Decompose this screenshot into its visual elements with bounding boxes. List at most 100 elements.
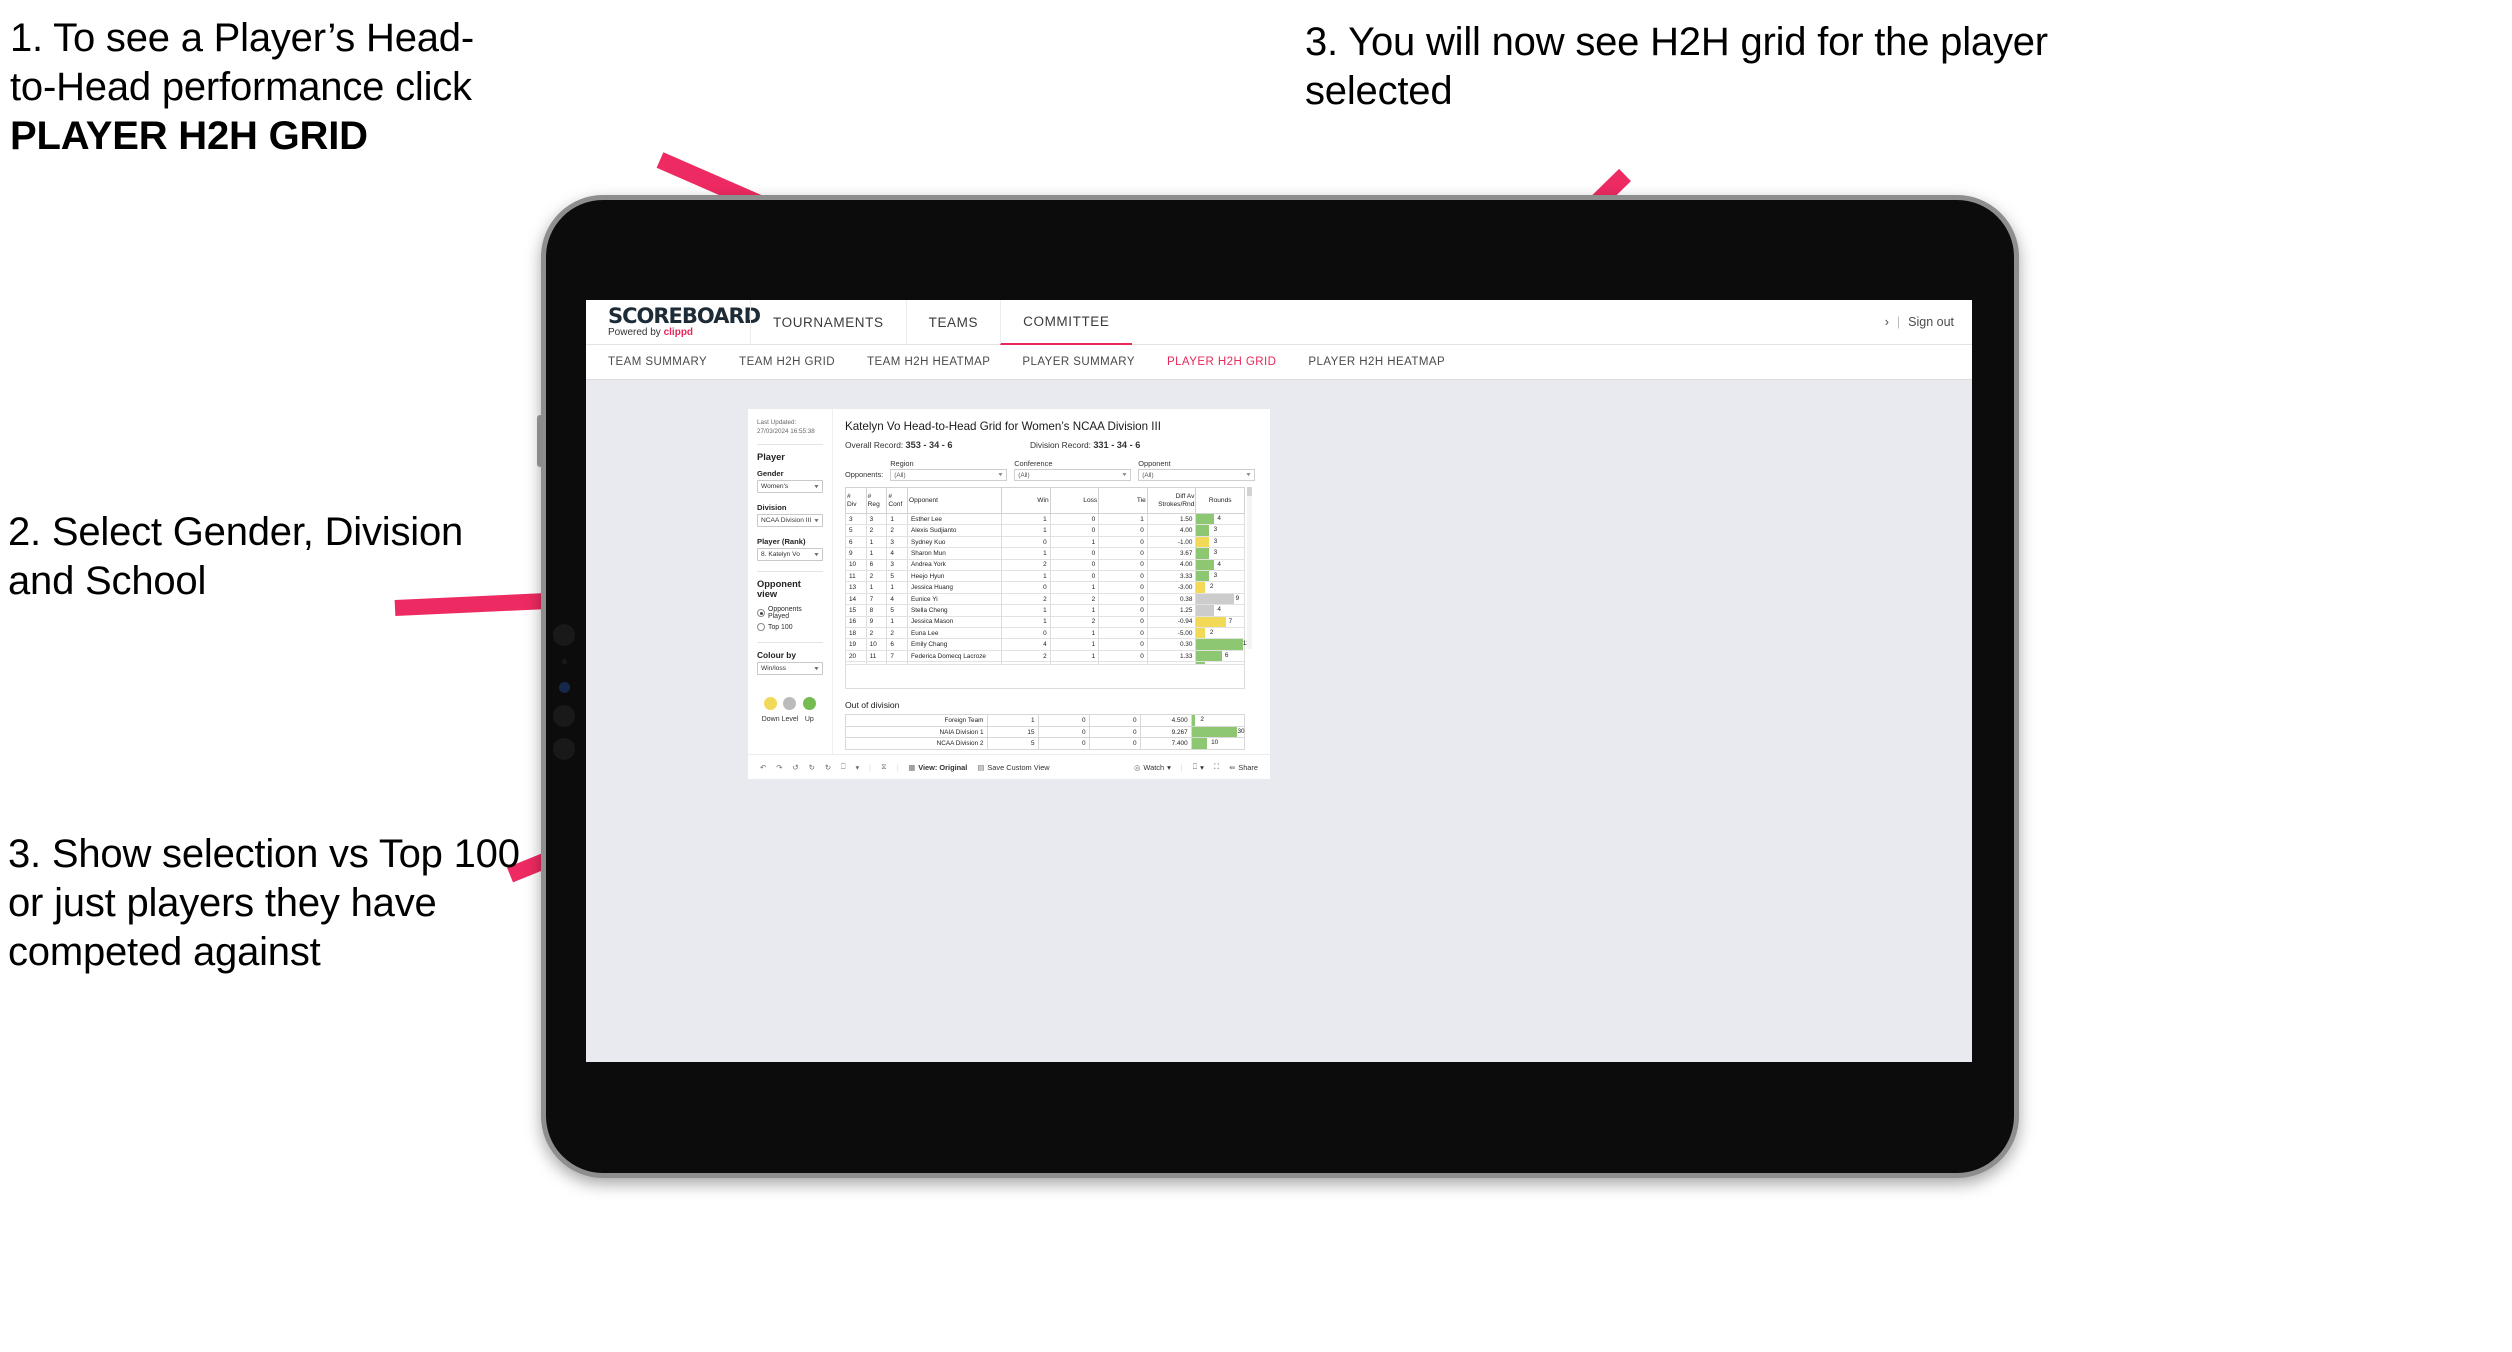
share-button[interactable]: ⇚ Share bbox=[1229, 763, 1258, 772]
table-row[interactable]: 5 2 2 Alexis Sudjianto 1 0 0 4.00 3 bbox=[845, 524, 1245, 537]
table-row[interactable]: 6 1 3 Sydney Kuo 0 1 0 -1.00 3 bbox=[845, 536, 1245, 549]
cell-win: 1 bbox=[1001, 604, 1051, 617]
callout-1-line2: to-Head performance click bbox=[10, 64, 472, 109]
refresh-icon[interactable]: ↻ bbox=[809, 763, 815, 772]
save-custom-view-label: Save Custom View bbox=[987, 762, 1050, 772]
cell-loss: 1 bbox=[1049, 604, 1100, 617]
out-of-division-row[interactable]: Foreign Team 1 0 0 4.500 2 bbox=[845, 714, 1246, 727]
table-row[interactable]: 16 9 1 Jessica Mason 1 2 0 -0.94 7 bbox=[845, 616, 1245, 629]
save-custom-view-button[interactable]: ▤ Save Custom View bbox=[977, 763, 1049, 772]
brand-clippd-name: clippd bbox=[663, 327, 694, 338]
cell-ood-loss: 0 bbox=[1037, 737, 1090, 750]
cell-tie: 0 bbox=[1098, 570, 1148, 583]
revert-icon[interactable]: ↺ bbox=[792, 763, 798, 772]
download-caret-icon: ▾ bbox=[1200, 762, 1204, 772]
chevron-right-icon[interactable]: › bbox=[1885, 315, 1889, 329]
cell-win: 1 bbox=[1001, 570, 1051, 583]
toolbar-caret-icon[interactable]: ▾ bbox=[855, 763, 859, 772]
nav-item-tournaments[interactable]: TOURNAMENTS bbox=[750, 300, 906, 344]
tab-team-summary[interactable]: TEAM SUMMARY bbox=[608, 356, 707, 368]
cell-div: 14 bbox=[845, 593, 867, 606]
player-rank-select[interactable]: 8. Katelyn Vo ▼ bbox=[757, 548, 823, 561]
opponent-filter-select[interactable]: (All) ▼ bbox=[1138, 469, 1256, 481]
fullscreen-icon[interactable]: ⛶ bbox=[1214, 762, 1219, 772]
legend-item-down: Down bbox=[761, 697, 780, 723]
table-row[interactable]: 15 8 5 Stella Cheng 1 1 0 1.25 4 bbox=[845, 604, 1245, 617]
pause-icon[interactable]: ⧖ bbox=[881, 762, 886, 772]
table-row[interactable]: 19106Emily Chang4100.3011 bbox=[845, 638, 1249, 651]
download-button[interactable]: ⎕ ▾ bbox=[1193, 762, 1204, 772]
cell-diff: 1.33 bbox=[1146, 650, 1197, 663]
table-row[interactable]: 9 1 4 Sharon Mun 1 0 0 3.67 3 bbox=[845, 547, 1245, 560]
table-row[interactable]: 13 1 1 Jessica Huang 0 1 0 -3.00 2 bbox=[845, 581, 1245, 594]
callout-1-line1: 1. To see a Player’s Head- bbox=[10, 16, 474, 60]
out-of-division-row[interactable]: NCAA Division 2 5 0 0 7.400 10 bbox=[845, 737, 1246, 750]
top-navigation-bar: SCOREBOARD Powered by clippd TOURNAMENTS… bbox=[586, 300, 1972, 345]
watch-icon: ◎ bbox=[1133, 762, 1141, 772]
nav-item-committee[interactable]: COMMITTEE bbox=[1000, 300, 1132, 345]
tab-team-h2h-grid[interactable]: TEAM H2H GRID bbox=[739, 356, 835, 368]
watch-button[interactable]: ◎ Watch ▾ bbox=[1134, 763, 1171, 772]
table-row[interactable]: 14 7 4 Eunice Yi 2 2 0 0.38 9 bbox=[845, 593, 1245, 606]
out-of-division-row[interactable]: NAIA Division 1 15 0 0 9.267 30 bbox=[845, 725, 1246, 739]
table-scrollbar[interactable] bbox=[1247, 487, 1252, 649]
cell-rounds: 3 bbox=[1195, 536, 1245, 549]
chevron-down-icon: ▼ bbox=[1121, 472, 1129, 478]
cell-ood-name: Foreign Team bbox=[845, 714, 988, 727]
cell-diff: 4.00 bbox=[1146, 524, 1197, 537]
col-conf-l1: # bbox=[888, 492, 893, 500]
conference-filter-select[interactable]: (All) ▼ bbox=[1014, 469, 1132, 481]
callout-step-3: 3. Show selection vs Top 100 or just pla… bbox=[8, 832, 520, 974]
view-original-button[interactable]: ▦ View: Original bbox=[908, 763, 967, 772]
cell-div: 13 bbox=[845, 581, 867, 594]
viz-bottom-toolbar: ↶ ↷ ↺ ↻ ↻ ⎕ ▾ | ⧖ | ▦ View: Original ▤ S… bbox=[748, 754, 1270, 779]
cell-ood-tie: 0 bbox=[1088, 725, 1141, 739]
sign-out-link[interactable]: Sign out bbox=[1908, 315, 1954, 329]
cell-tie: 0 bbox=[1098, 604, 1148, 617]
cell-ood-win: 5 bbox=[986, 737, 1039, 750]
cell-conf: 4 bbox=[886, 593, 909, 606]
gender-select[interactable]: Women's ▼ bbox=[757, 480, 823, 493]
radio-top-100[interactable]: Top 100 bbox=[757, 623, 823, 631]
tab-player-h2h-grid[interactable]: PLAYER H2H GRID bbox=[1167, 356, 1276, 368]
toolbar-separator: | bbox=[896, 762, 899, 772]
topright-separator: | bbox=[1896, 315, 1901, 329]
share-icon: ⇚ bbox=[1229, 762, 1236, 772]
undo-icon[interactable]: ↶ bbox=[760, 763, 766, 772]
cell-conf: 1 bbox=[886, 513, 909, 526]
division-select[interactable]: NCAA Division III ▼ bbox=[757, 514, 823, 527]
brand-logo[interactable]: SCOREBOARD Powered by clippd bbox=[586, 300, 761, 344]
cell-diff: 1.50 bbox=[1146, 513, 1197, 526]
cell-conf: 1 bbox=[886, 616, 909, 629]
cell-reg: 1 bbox=[865, 581, 888, 594]
cell-opponent: Alexis Sudjianto bbox=[907, 524, 1003, 537]
cell-rounds: 4 bbox=[1195, 513, 1245, 526]
colour-by-value: Win/loss bbox=[761, 665, 786, 672]
cell-ood-diff: 9.267 bbox=[1139, 725, 1192, 739]
colour-by-select[interactable]: Win/loss ▼ bbox=[757, 662, 823, 675]
cell-loss: 1 bbox=[1049, 627, 1100, 640]
tab-player-summary[interactable]: PLAYER SUMMARY bbox=[1022, 356, 1135, 368]
nav-item-teams[interactable]: TEAMS bbox=[905, 300, 1001, 344]
table-row[interactable]: 18 2 2 Euna Lee 0 1 0 -5.00 2 bbox=[845, 627, 1245, 640]
cell-tie: 0 bbox=[1098, 559, 1148, 572]
player-group-title: Player bbox=[757, 452, 785, 462]
cell-tie: 0 bbox=[1098, 650, 1148, 663]
table-row[interactable]: 10 6 3 Andrea York 2 0 0 4.00 4 bbox=[845, 559, 1245, 572]
tab-player-h2h-heatmap[interactable]: PLAYER H2H HEATMAP bbox=[1308, 356, 1445, 368]
tab-team-h2h-heatmap[interactable]: TEAM H2H HEATMAP bbox=[867, 356, 990, 368]
redo-icon[interactable]: ↷ bbox=[776, 763, 782, 772]
table-row[interactable]: 20 11 7 Federica Domecq Lacroze 2 1 0 1.33 6 bbox=[845, 650, 1245, 663]
scrollbar-thumb[interactable] bbox=[1247, 487, 1252, 496]
gender-label: Gender bbox=[757, 469, 784, 478]
region-filter-select[interactable]: (All) ▼ bbox=[890, 469, 1008, 481]
cell-opponent: Euna Lee bbox=[907, 627, 1003, 640]
table-row[interactable]: 11 2 5 Heejo Hyun 1 0 0 3.33 3 bbox=[845, 570, 1245, 583]
h2h-table-body: 3 3 1 Esther Lee 1 0 1 1.50 4 5 2 2 Alexis Sudjianto… bbox=[845, 513, 1249, 666]
table-row[interactable]: 3 3 1 Esther Lee 1 0 1 1.50 4 bbox=[845, 513, 1245, 526]
tablet-camera-dot bbox=[553, 624, 575, 646]
refresh-all-icon[interactable]: ↻ bbox=[825, 763, 831, 772]
pause-updates-icon[interactable]: ⎕ bbox=[841, 762, 845, 772]
radio-opponents-played[interactable]: Opponents Played bbox=[757, 606, 823, 620]
cell-tie: 0 bbox=[1098, 581, 1148, 594]
